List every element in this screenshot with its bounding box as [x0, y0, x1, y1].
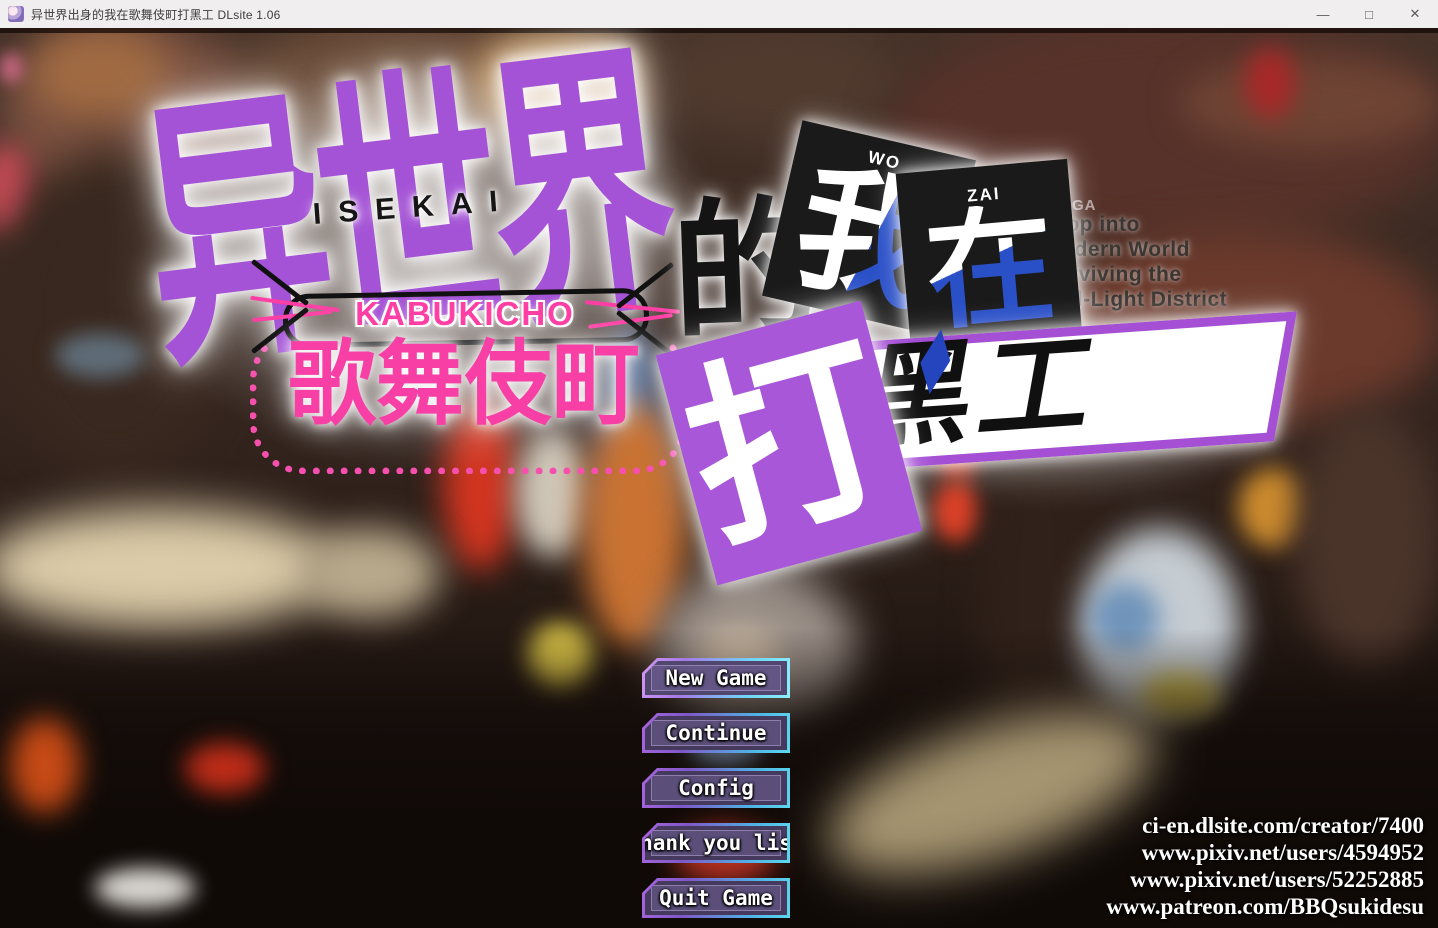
maximize-button[interactable]: □: [1346, 0, 1392, 28]
app-icon: [8, 6, 24, 22]
link-patreon: www.patreon.com/BBQsukidesu: [1106, 894, 1424, 919]
bg-blob: [0, 508, 340, 628]
bg-blob: [1245, 48, 1295, 118]
logo-kabukicho-en: KABUKICHO: [355, 295, 575, 332]
new-game-button[interactable]: New Game: [642, 658, 790, 698]
button-label: Config: [678, 775, 754, 800]
creator-links: ci-en.dlsite.com/creator/7400 www.pixiv.…: [1106, 812, 1424, 920]
logo-da-char: 打: [664, 306, 914, 580]
button-label: Thank you list: [627, 830, 805, 855]
title-menu: New Game Continue Config Thank you list …: [642, 658, 790, 918]
button-inner: Continue: [651, 720, 781, 746]
minimize-button[interactable]: —: [1300, 0, 1346, 28]
continue-button[interactable]: Continue: [642, 713, 790, 753]
bg-blob: [55, 333, 145, 378]
button-fill: Quit Game: [645, 881, 787, 915]
button-label: New Game: [665, 665, 767, 690]
button-label: Quit Game: [659, 885, 773, 910]
close-button[interactable]: ✕: [1392, 0, 1438, 28]
button-fill: Thank you list: [645, 826, 787, 860]
bg-blob: [10, 718, 80, 813]
bg-blob: [300, 528, 440, 618]
logo-kabukicho-cn: 歌舞伎町: [288, 329, 641, 438]
button-inner: Thank you list: [645, 830, 787, 856]
bg-blob: [0, 53, 22, 83]
button-inner: Quit Game: [651, 885, 781, 911]
config-button[interactable]: Config: [642, 768, 790, 808]
game-window: 异世界出身的我在歌舞伎町打黑工 DLsite 1.06 — □ ✕ 异世界 IS…: [0, 0, 1438, 928]
window-title: 异世界出身的我在歌舞伎町打黑工 DLsite 1.06: [31, 7, 281, 22]
link-dlsite: ci-en.dlsite.com/creator/7400: [1142, 813, 1424, 838]
bg-blob: [1180, 58, 1438, 148]
thank-you-list-button[interactable]: Thank you list: [642, 823, 790, 863]
button-fill: Continue: [645, 716, 787, 750]
button-fill: Config: [645, 771, 787, 805]
titlebar: 异世界出身的我在歌舞伎町打黑工 DLsite 1.06 — □ ✕: [0, 0, 1438, 28]
button-inner: Config: [651, 775, 781, 801]
quit-game-button[interactable]: Quit Game: [642, 878, 790, 918]
button-inner: New Game: [651, 665, 781, 691]
button-fill: New Game: [645, 661, 787, 695]
bg-blob: [185, 743, 265, 793]
button-label: Continue: [665, 720, 767, 745]
bg-blob: [95, 868, 195, 908]
link-pixiv-1: www.pixiv.net/users/4594952: [1141, 840, 1424, 865]
link-pixiv-2: www.pixiv.net/users/52252885: [1130, 867, 1424, 892]
logo-zai-char: 在: [919, 188, 1061, 350]
title-screen: 异世界 ISEKAI KABUKICHO 歌舞伎町 的 WO 我 ZAI 在 黑…: [0, 28, 1438, 928]
background-sign-text: GA: [1072, 197, 1097, 214]
